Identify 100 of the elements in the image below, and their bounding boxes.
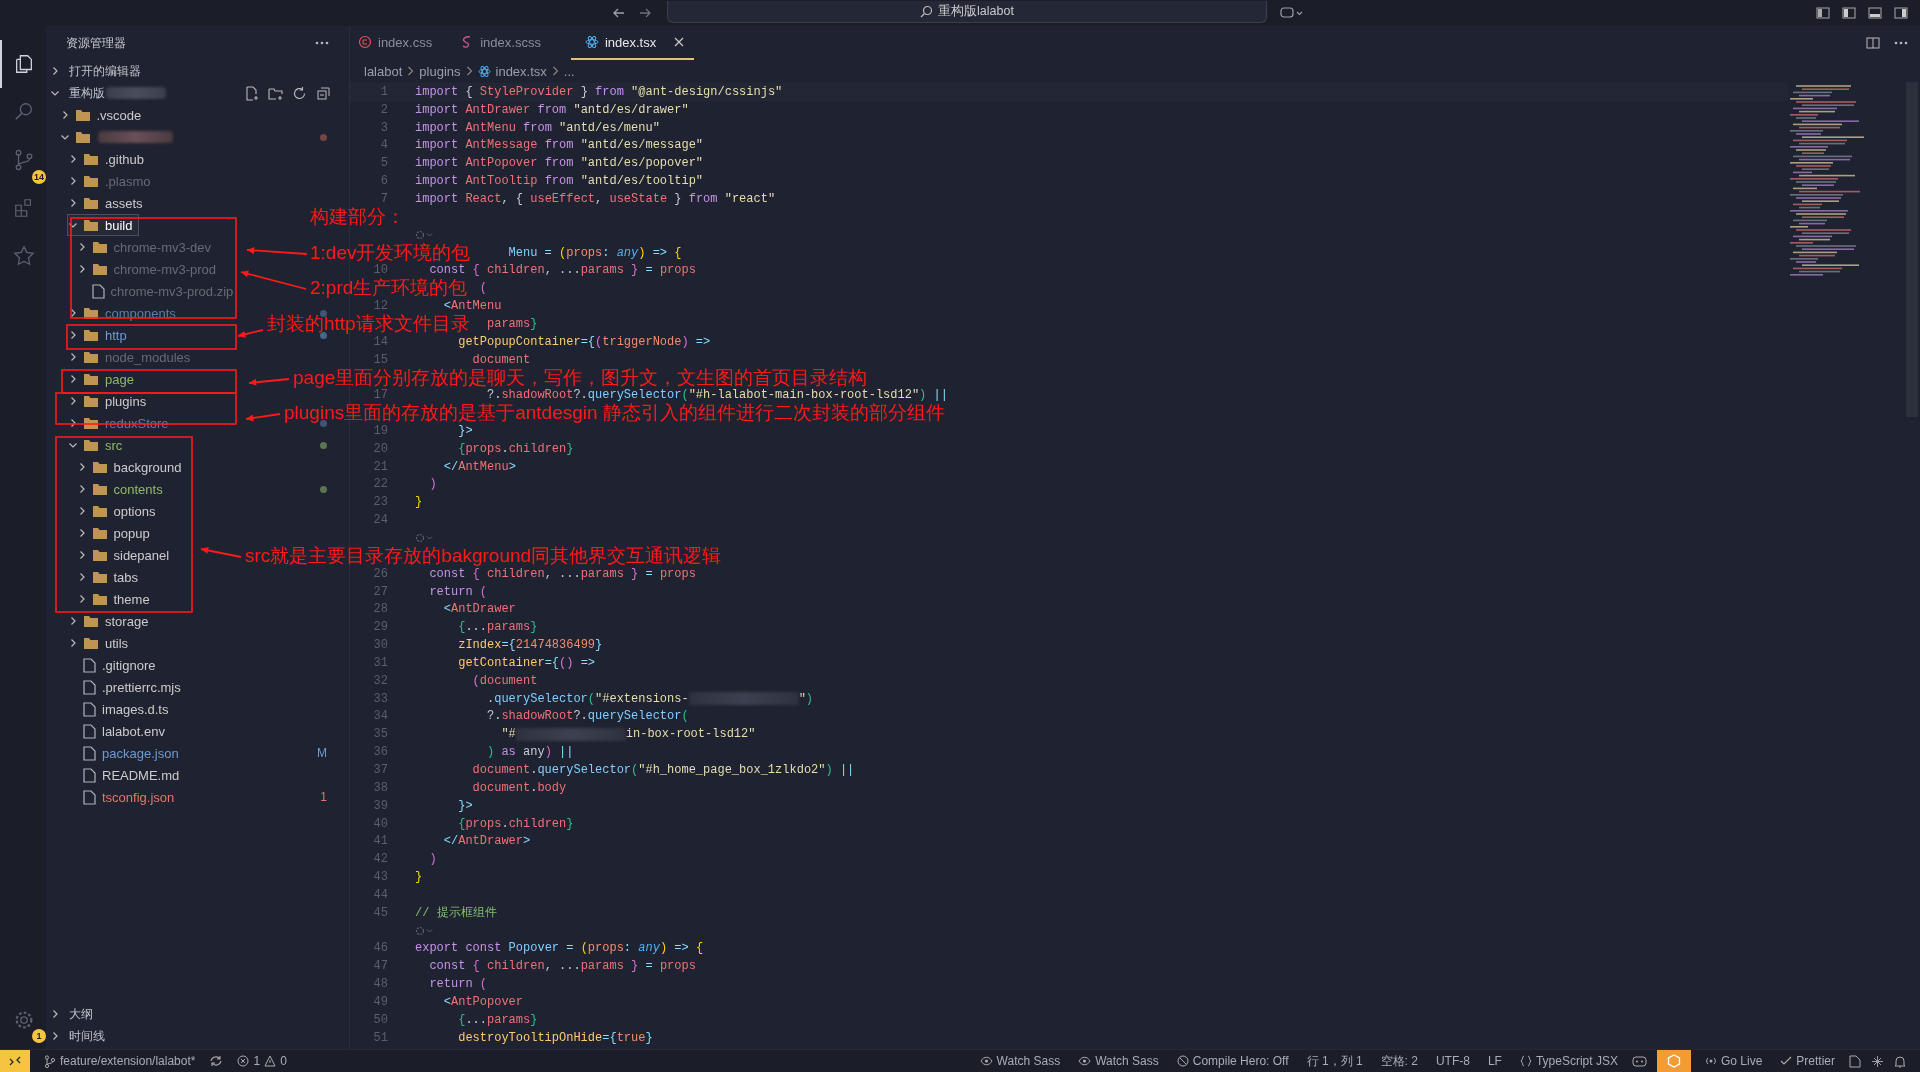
annotation-text: 2:prd生产环境的包 — [310, 279, 468, 297]
branch-button[interactable]: feature/extension/lalabot* — [40, 1054, 200, 1068]
tree-item[interactable]: options — [75, 500, 163, 522]
new-file-icon[interactable] — [244, 85, 259, 101]
file-name: tabs — [113, 569, 139, 585]
file-icon[interactable] — [1849, 1054, 1861, 1068]
more-actions-icon[interactable] — [1894, 41, 1908, 45]
tree-item[interactable]: .prettierrc.mjs — [67, 676, 188, 698]
search-icon[interactable] — [13, 101, 35, 123]
problems-button[interactable]: 1 0 — [233, 1054, 291, 1068]
sparkle-icon[interactable] — [1871, 1054, 1884, 1068]
file-name: chrome-mv3-prod — [113, 261, 217, 277]
status-item[interactable]: UTF-8 — [1431, 1054, 1474, 1068]
editor-tab[interactable]: index.scss — [452, 26, 561, 60]
sidebar-toggle-icon[interactable] — [1842, 6, 1856, 20]
explorer-section-header[interactable]: 打开的编辑器 — [50, 63, 141, 79]
tree-item[interactable]: .vscode — [58, 104, 149, 126]
code-line: import React, { useEffect, useState } from "react" — [415, 192, 776, 206]
explorer-section-header[interactable]: 重构版 — [50, 85, 105, 101]
editor-tab[interactable]: index.css — [350, 26, 453, 60]
editor-tab[interactable]: index.tsx — [570, 26, 695, 60]
language-mode-button[interactable]: TypeScript JSX — [1515, 1054, 1622, 1068]
breadcrumb-item[interactable]: ... — [563, 63, 575, 79]
explorer-title: 资源管理器 — [66, 35, 126, 51]
folder-icon — [83, 614, 99, 628]
file-name: tsconfig.json — [102, 789, 175, 805]
forward-icon[interactable] — [638, 6, 652, 20]
tree-item[interactable]: contents — [75, 478, 170, 500]
notification-count: 14 — [32, 170, 46, 184]
explorer-section-header[interactable]: 时间线 — [50, 1028, 105, 1044]
secondary-sidebar-icon[interactable] — [1894, 6, 1908, 20]
tree-item[interactable]: tsconfig.json — [67, 786, 182, 808]
command-center-search[interactable]: 重构版lalabot — [667, 1, 1267, 23]
breadcrumb-item[interactable]: index.tsx — [477, 63, 547, 79]
tree-item[interactable]: utils — [67, 632, 136, 654]
tree-item[interactable]: sidepanel — [75, 544, 177, 566]
line-number: 44 — [372, 887, 388, 902]
file-name: .github — [105, 151, 145, 167]
tree-item[interactable]: images.d.ts — [67, 698, 176, 720]
tree-item[interactable]: plugins — [67, 390, 154, 412]
tree-item[interactable]: assets — [67, 192, 150, 214]
file-icon — [83, 723, 96, 739]
tree-item[interactable]: page — [67, 368, 141, 390]
split-editor-icon[interactable] — [1866, 36, 1880, 50]
star-icon[interactable] — [13, 245, 35, 267]
tree-item[interactable]: lalabot.env — [67, 720, 172, 742]
status-item[interactable]: 行 1，列 1 — [1302, 1052, 1367, 1070]
watch-sass-button[interactable]: Watch Sass — [1074, 1054, 1163, 1068]
file-icon — [91, 283, 105, 299]
refresh-icon[interactable] — [292, 85, 307, 101]
layout-icon[interactable] — [1816, 6, 1830, 20]
status-item[interactable]: 空格: 2 — [1376, 1052, 1422, 1070]
tree-item[interactable]: package.json — [67, 742, 186, 764]
close-icon[interactable] — [674, 37, 685, 47]
new-folder-icon[interactable] — [268, 85, 283, 101]
code-line: const { children, ...params } = props — [429, 959, 696, 974]
copilot-icon[interactable] — [1631, 1054, 1647, 1068]
more-actions-icon[interactable] — [315, 41, 329, 45]
tree-item[interactable]: http — [67, 324, 134, 346]
eye-icon — [1078, 1056, 1092, 1066]
extension-status-button[interactable] — [1656, 1050, 1691, 1072]
file-name: background — [113, 459, 182, 475]
watch-sass-button[interactable]: Watch Sass — [975, 1054, 1065, 1068]
panel-toggle-icon[interactable] — [1868, 6, 1882, 20]
source-control-icon[interactable] — [13, 149, 35, 171]
tree-item[interactable]: storage — [67, 610, 156, 632]
tree-item[interactable]: src — [67, 434, 130, 456]
tree-item[interactable]: tabs — [75, 566, 146, 588]
code-line: import AntPopover from "antd/es/popover" — [415, 156, 704, 171]
file-name: node_modules — [105, 349, 191, 365]
go-live-button[interactable]: Go Live — [1700, 1054, 1767, 1068]
sync-icon[interactable] — [209, 1055, 224, 1067]
back-icon[interactable] — [612, 6, 626, 20]
breadcrumb-item[interactable]: plugins — [419, 63, 461, 79]
prettier-button[interactable]: Prettier — [1776, 1054, 1839, 1068]
tree-item[interactable]: popup — [75, 522, 157, 544]
tree-item[interactable]: components — [67, 302, 183, 324]
breadcrumb-item[interactable]: lalabot — [364, 63, 403, 79]
copilot-icon[interactable] — [1280, 6, 1304, 20]
code-line: destroyTooltipOnHide={true} — [458, 1030, 653, 1045]
line-number: 12 — [372, 299, 388, 314]
status-item[interactable]: LF — [1483, 1054, 1506, 1068]
explorer-section-header[interactable]: 大纲 — [50, 1006, 93, 1022]
tree-item[interactable]: background — [75, 456, 189, 478]
tree-item[interactable]: theme — [75, 588, 157, 610]
compile-hero-button[interactable]: Compile Hero: Off — [1172, 1054, 1293, 1068]
file-icon — [83, 701, 96, 717]
line-number: 23 — [372, 495, 388, 510]
tree-item[interactable]: README.md — [67, 764, 187, 786]
files-icon[interactable] — [13, 53, 35, 75]
code-line: ?.shadowRoot?.querySelector("#h-lalabot-main-box-root-lsd12") || — [487, 388, 948, 403]
tree-item[interactable]: .gitignore — [67, 654, 163, 676]
collapse-all-icon[interactable] — [316, 85, 331, 101]
bell-icon[interactable] — [1894, 1054, 1906, 1068]
arrow — [237, 329, 264, 338]
react-icon — [477, 64, 491, 78]
tree-item[interactable]: .github — [67, 148, 152, 170]
gear-icon[interactable] — [13, 1009, 35, 1031]
code-line: ?.shadowRoot?.querySelector( — [487, 709, 689, 724]
line-number: 40 — [372, 816, 388, 831]
